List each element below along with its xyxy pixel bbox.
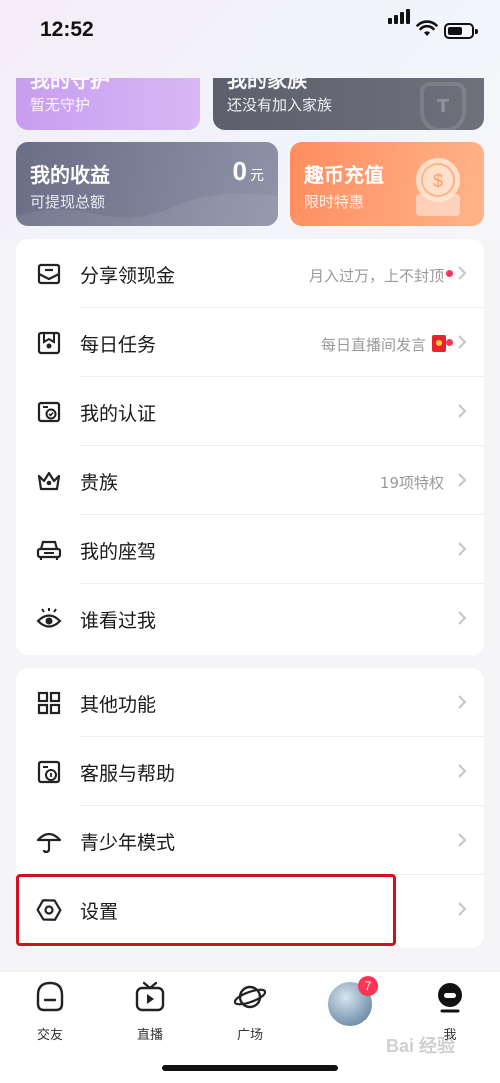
share-cash-icon [37,263,61,285]
verify-icon [37,401,61,423]
menu-item-my-car[interactable]: 我的座驾 [16,515,484,584]
menu-label: 我的认证 [80,403,157,425]
my-guard-card[interactable]: 我的守护 暂无守护 [16,78,200,130]
daily-task-icon [37,331,61,355]
chevron-right-icon [458,473,467,487]
nav-label: 交友 [36,1028,63,1043]
my-family-card[interactable]: 我的家族 还没有加入家族 T [213,78,484,130]
notification-dot [446,339,453,346]
chevron-right-icon [458,542,467,556]
live-tv-icon [135,981,165,1012]
car-icon [36,540,62,560]
eye-icon [36,608,62,628]
chevron-right-icon [458,404,467,418]
grid-icon [37,691,61,715]
coin-icon: $ [416,158,460,216]
nav-label: 广场 [236,1028,263,1043]
battery-icon [444,23,478,39]
menu-item-visitors[interactable]: 谁看过我 [16,584,484,653]
guard-subtitle: 暂无守护 [30,96,91,114]
earnings-subtitle: 可提现总额 [30,193,106,211]
menu-label: 贵族 [80,472,119,494]
menu-item-other-functions[interactable]: 其他功能 [16,668,484,737]
menu-item-help[interactable]: 客服与帮助 [16,737,484,806]
settings-highlight-box [16,874,396,946]
watermark-logo: Bai 经验 [386,1036,456,1056]
family-title: 我的家族 [227,78,307,92]
guard-title: 我的守护 [30,78,110,92]
recharge-subtitle: 限时特惠 [304,193,365,211]
svg-text:$: $ [433,171,443,191]
red-envelope-icon [432,335,446,352]
menu-label: 我的座驾 [80,541,157,563]
home-indicator [162,1065,338,1071]
chevron-right-icon [458,611,467,625]
recharge-card[interactable]: 趣币充值 限时特惠 $ [290,142,484,226]
menu-label: 谁看过我 [80,610,157,632]
earnings-title: 我的收益 [30,163,110,187]
chevron-right-icon [458,764,467,778]
nav-friends[interactable]: 交友 [0,980,100,1050]
friends-icon [36,981,64,1012]
menu-label: 青少年模式 [80,832,176,854]
menu-item-daily-task[interactable]: 每日任务 每日直播间发言 [16,308,484,377]
chevron-right-icon [458,266,467,280]
menu-label: 分享领现金 [80,265,176,287]
menu-label: 客服与帮助 [80,763,176,785]
status-time: 12:52 [40,18,94,41]
recharge-title: 趣币充值 [304,163,384,187]
chevron-right-icon [458,695,467,709]
menu-sub: 19项特权 [379,474,444,492]
menu-item-teen-mode[interactable]: 青少年模式 [16,806,484,875]
earnings-amount: 0元 [232,156,264,186]
chevron-right-icon [458,833,467,847]
menu-item-nobility[interactable]: 贵族 19项特权 [16,446,484,515]
family-subtitle: 还没有加入家族 [227,96,333,114]
status-bar: 12:52 [0,0,500,64]
nav-live[interactable]: 直播 [100,980,200,1050]
wifi-icon [416,20,438,36]
nav-plaza[interactable]: 广场 [200,980,300,1050]
menu-item-share-cash[interactable]: 分享领现金 月入过万，上不封顶 [16,239,484,308]
planet-icon [234,985,266,1009]
help-icon [37,760,61,784]
menu-label: 每日任务 [80,334,157,356]
menu-sub: 每日直播间发言 [320,336,426,354]
main-menu-list: 分享领现金 月入过万，上不封顶 每日任务 每日直播间发言 我的认证 贵族 19项… [16,239,484,655]
my-earnings-card[interactable]: 我的收益 可提现总额 0元 [16,142,278,226]
family-shield-icon: T [420,82,466,130]
crown-icon [37,471,61,491]
me-icon [438,983,462,1013]
menu-label: 其他功能 [80,694,157,716]
notification-dot [446,270,453,277]
nav-label: 直播 [136,1028,163,1043]
umbrella-icon [36,832,62,854]
chevron-right-icon [458,902,467,916]
chevron-right-icon [458,335,467,349]
avatar-badge: 7 [358,976,378,996]
menu-item-verify[interactable]: 我的认证 [16,377,484,446]
menu-sub: 月入过万，上不封顶 [308,267,444,285]
